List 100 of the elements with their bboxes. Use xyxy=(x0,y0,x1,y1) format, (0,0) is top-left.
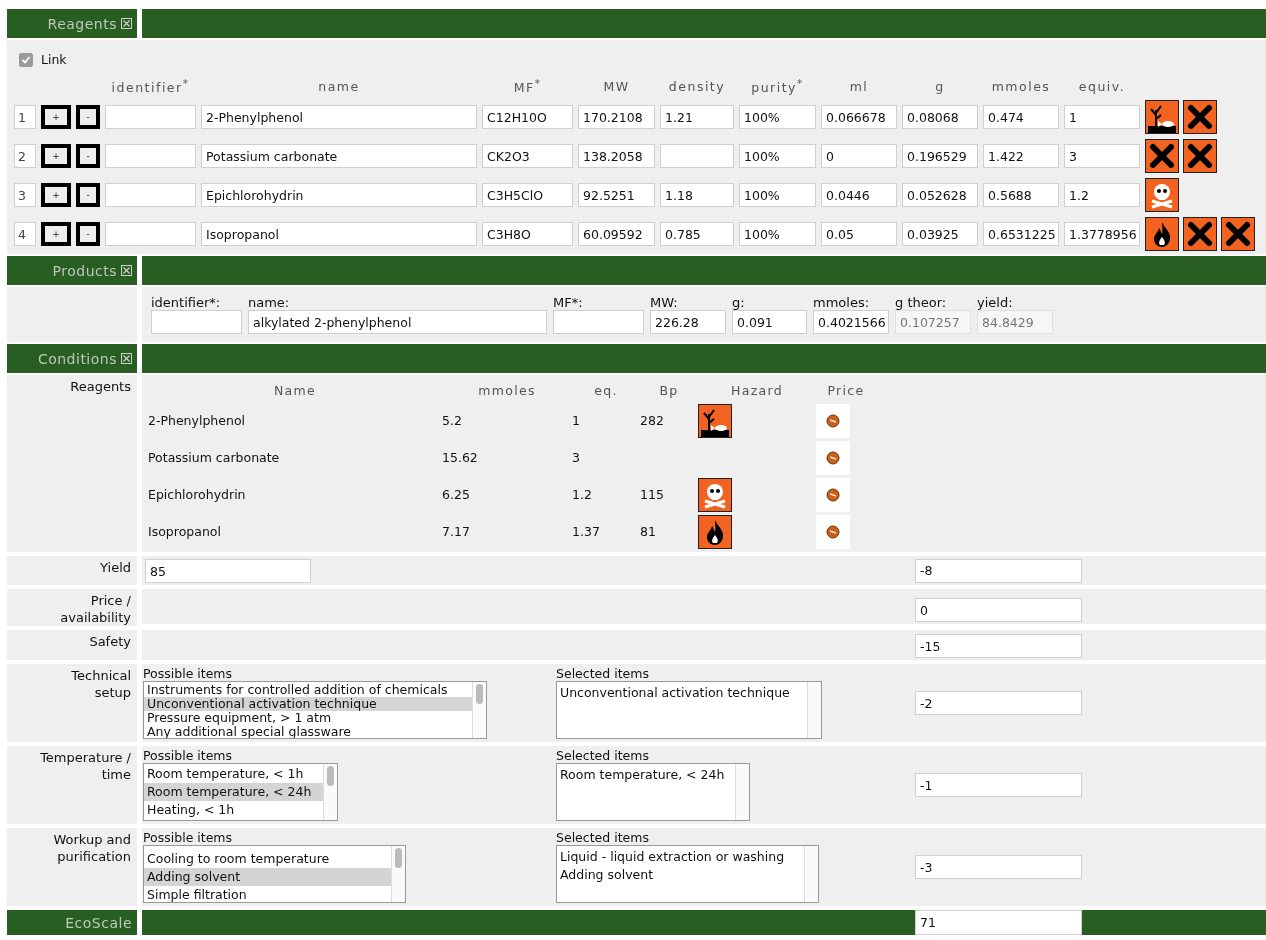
input-field[interactable]: 100% xyxy=(739,222,816,247)
add-button[interactable]: + xyxy=(41,222,71,247)
scrollbar[interactable] xyxy=(391,846,405,903)
score-field[interactable]: -3 xyxy=(915,855,1082,880)
add-button[interactable]: + xyxy=(41,105,71,130)
list-item[interactable]: Cooling to room temperature xyxy=(144,850,391,869)
input-field[interactable] xyxy=(105,183,196,208)
list-item[interactable]: Adding solvent xyxy=(557,866,804,885)
input-field[interactable]: 1.3778956 xyxy=(1064,222,1140,247)
input-field[interactable]: 85 xyxy=(145,559,311,584)
link-checkbox[interactable] xyxy=(19,52,33,67)
input-field[interactable]: 1.2 xyxy=(1064,183,1140,208)
input-field[interactable]: 1.18 xyxy=(660,183,734,208)
remove-button[interactable]: - xyxy=(76,144,100,169)
input-field[interactable] xyxy=(105,144,196,169)
input-field[interactable]: 100% xyxy=(739,183,816,208)
close-icon[interactable] xyxy=(122,19,131,28)
list-item[interactable]: Simple filtration xyxy=(144,886,391,903)
input-field[interactable]: 170.2108 xyxy=(578,105,655,130)
input-field[interactable]: 226.28 xyxy=(650,310,726,335)
list-label: Possible items xyxy=(143,749,234,764)
input-field[interactable] xyxy=(105,222,196,247)
input-field[interactable]: 0.05 xyxy=(821,222,897,247)
price-button[interactable] xyxy=(816,440,850,475)
list-item[interactable]: Instruments for controlled addition of chemicals xyxy=(144,683,472,698)
input-field[interactable]: C3H5ClO xyxy=(482,183,573,208)
input-field[interactable]: 0.0446 xyxy=(821,183,897,208)
input-field[interactable]: 1.21 xyxy=(660,105,734,130)
list-box[interactable]: Instruments for controlled addition of chemicals Unconventional activation technique Pressure equipment, > 1 atm Any additional special glassware xyxy=(143,681,487,740)
score-field[interactable]: -8 xyxy=(915,558,1082,583)
input-field[interactable]: 1.422 xyxy=(983,144,1059,169)
input-field[interactable] xyxy=(553,310,644,335)
input-field[interactable] xyxy=(151,310,242,335)
input-field[interactable]: C3H8O xyxy=(482,222,573,247)
list-box[interactable]: Cooling to room temperature Adding solvent Simple filtration xyxy=(143,845,406,904)
add-button[interactable]: + xyxy=(41,144,71,169)
price-button[interactable] xyxy=(816,477,850,512)
scrollbar[interactable] xyxy=(735,764,749,821)
input-field[interactable]: Potassium carbonate xyxy=(201,144,477,169)
input-field[interactable]: 60.09592 xyxy=(578,222,655,247)
input-field[interactable]: 0.785 xyxy=(660,222,734,247)
input-field[interactable]: 0.03925 xyxy=(902,222,978,247)
remove-button[interactable]: - xyxy=(76,105,100,130)
list-item[interactable]: Room temperature, < 24h xyxy=(557,766,735,785)
scrollbar[interactable] xyxy=(323,764,337,821)
input-field[interactable]: 100% xyxy=(739,144,816,169)
input-field[interactable]: 0.052628 xyxy=(902,183,978,208)
list-item[interactable]: Unconventional activation technique xyxy=(144,697,472,712)
close-icon[interactable] xyxy=(122,266,131,276)
list-box[interactable]: Room temperature, < 1h Room temperature, < 24h Heating, < 1h xyxy=(143,763,338,822)
list-box[interactable]: Room temperature, < 24h xyxy=(556,763,750,822)
input-field[interactable]: 100% xyxy=(739,105,816,130)
list-item[interactable]: Pressure equipment, > 1 atm xyxy=(144,711,472,726)
input-field[interactable]: 0.474 xyxy=(983,105,1059,130)
add-button[interactable]: + xyxy=(41,183,71,208)
input-field[interactable]: 0.5688 xyxy=(983,183,1059,208)
score-field[interactable]: -2 xyxy=(915,691,1082,716)
input-field[interactable]: 0.08068 xyxy=(902,105,978,130)
scrollbar[interactable] xyxy=(472,682,486,739)
scrollbar[interactable] xyxy=(804,846,818,903)
row-number: 1 xyxy=(14,105,36,130)
input-field[interactable]: 0.066678 xyxy=(821,105,897,130)
input-field[interactable]: Epichlorohydrin xyxy=(201,183,477,208)
price-button[interactable] xyxy=(816,403,850,438)
input-field[interactable]: 3 xyxy=(1064,144,1140,169)
score-field[interactable]: 0 xyxy=(915,598,1082,623)
score-field[interactable]: 71 xyxy=(915,910,1082,936)
list-item[interactable]: Room temperature, < 1h xyxy=(144,765,323,784)
list-item[interactable]: Any additional special glassware xyxy=(144,725,472,739)
input-field[interactable] xyxy=(105,105,196,130)
list-item[interactable]: Liquid - liquid extraction or washing xyxy=(557,848,804,867)
scrollbar[interactable] xyxy=(807,682,821,739)
price-button[interactable] xyxy=(816,514,850,549)
input-field[interactable]: 92.5251 xyxy=(578,183,655,208)
list-box[interactable]: Liquid - liquid extraction or washing Adding solvent xyxy=(556,845,819,904)
list-item[interactable]: Heating, < 1h xyxy=(144,801,323,820)
input-field[interactable]: CK2O3 xyxy=(482,144,573,169)
list-box[interactable]: Unconventional activation technique xyxy=(556,681,822,740)
input-field[interactable]: 0.091 xyxy=(732,310,807,335)
input-field[interactable]: 0.196529 xyxy=(902,144,978,169)
input-field[interactable]: 1 xyxy=(1064,105,1140,130)
close-icon[interactable] xyxy=(122,354,131,364)
list-item[interactable]: Adding solvent xyxy=(144,868,391,887)
input-field[interactable]: 0.4021566 xyxy=(813,310,889,335)
input-field[interactable]: 138.2058 xyxy=(578,144,655,169)
list-item[interactable]: Room temperature, < 24h xyxy=(144,783,323,802)
score-field[interactable]: -15 xyxy=(915,634,1082,659)
input-field[interactable]: Isopropanol xyxy=(201,222,477,247)
list-item[interactable]: Unconventional activation technique xyxy=(557,684,807,703)
column-header: density xyxy=(667,77,727,94)
input-field[interactable]: C12H10O xyxy=(482,105,573,130)
input-field[interactable]: alkylated 2-phenylphenol xyxy=(248,310,547,335)
score-field[interactable]: -1 xyxy=(915,773,1082,798)
input-field[interactable]: 0 xyxy=(821,144,897,169)
input-field[interactable]: 2-Phenylphenol xyxy=(201,105,477,130)
remove-button[interactable]: - xyxy=(76,183,100,208)
input-field[interactable]: 0.6531225 xyxy=(983,222,1059,247)
remove-button[interactable]: - xyxy=(76,222,100,247)
input-field[interactable] xyxy=(660,144,734,169)
field-label: name: xyxy=(248,295,291,311)
